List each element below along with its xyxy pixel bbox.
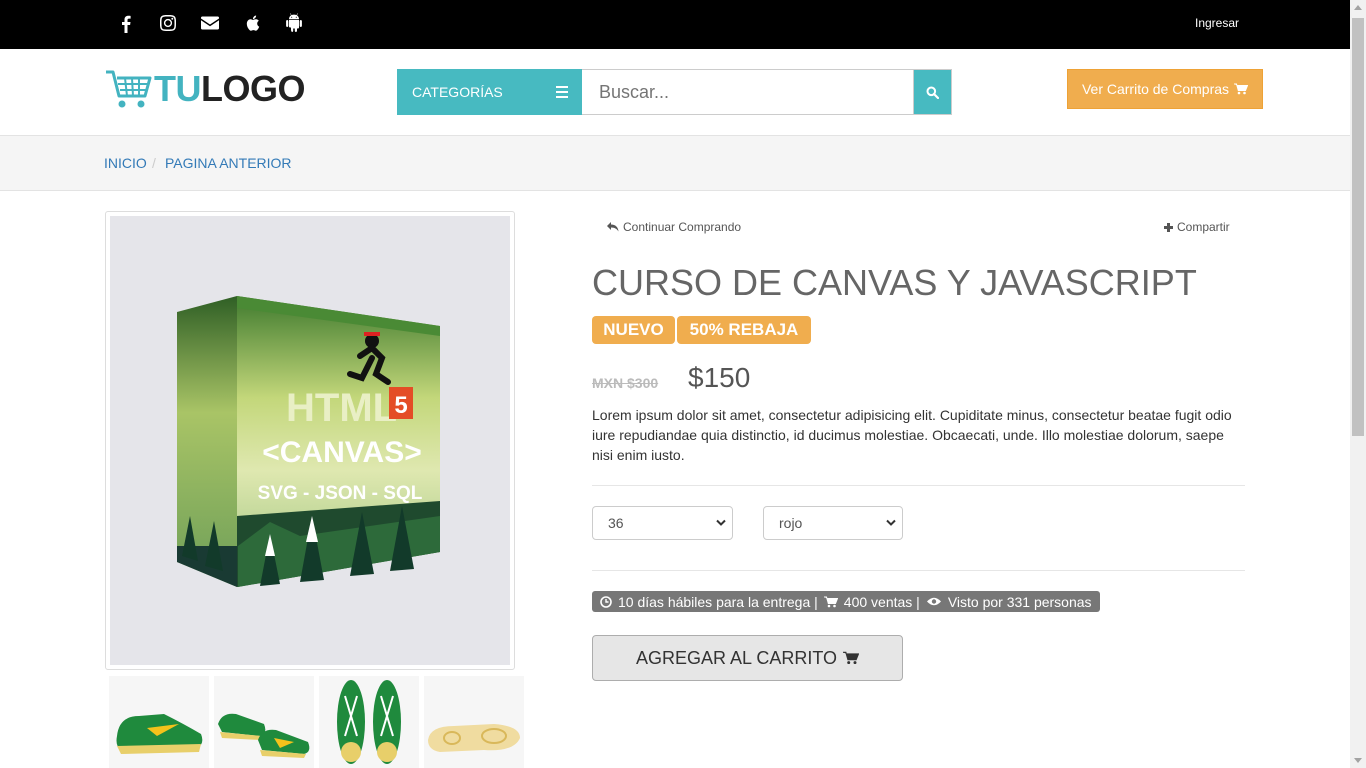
thumbnail-shoe-top[interactable] (319, 676, 419, 768)
search-input[interactable] (582, 69, 914, 115)
eye-icon (926, 597, 941, 606)
share-link[interactable]: Compartir (1164, 220, 1230, 234)
add-to-cart-button[interactable]: AGREGAR AL CARRITO (592, 635, 903, 681)
product-main-image[interactable]: HTML 5 <CANVAS> SVG - JSON - SQL (105, 211, 515, 670)
delivery-text: 10 días hábiles para la entrega | (618, 593, 818, 610)
logo-text-tu: TU (154, 68, 202, 109)
facebook-icon[interactable] (116, 13, 136, 33)
instagram-icon[interactable] (158, 13, 178, 33)
scroll-down-icon[interactable] (1354, 758, 1362, 763)
view-cart-label: Ver Carrito de Compras (1081, 81, 1230, 97)
search-button[interactable] (913, 69, 952, 115)
price: $150 (688, 362, 751, 393)
share-label: Compartir (1177, 220, 1230, 234)
add-to-cart-label: AGREGAR AL CARRITO (635, 647, 838, 668)
thumbnail-shoe-sole[interactable] (424, 676, 524, 768)
categories-label: CATEGORÍAS (412, 84, 503, 100)
badge-new: NUEVO (592, 316, 675, 344)
box-html-text: HTML (286, 386, 397, 430)
product-info-badge: 10 días hábiles para la entrega | 400 ve… (592, 591, 1100, 612)
divider (592, 570, 1245, 571)
cart-logo-icon (106, 70, 152, 108)
thumbnail-strip (109, 676, 524, 768)
size-select[interactable]: 36 (592, 506, 733, 540)
continue-shopping-label: Continuar Comprando (623, 220, 742, 234)
box-html5-number: 5 (394, 392, 407, 419)
shoe-image (218, 713, 310, 758)
view-cart-button[interactable]: Ver Carrito de Compras (1067, 69, 1263, 109)
breadcrumb-home[interactable]: INICIO (104, 155, 147, 171)
logo-text-logo: LOGO (201, 68, 306, 109)
color-select[interactable]: rojo (763, 506, 903, 540)
logo[interactable]: TULOGO (104, 68, 306, 110)
box-subtitle-text: SVG - JSON - SQL (258, 483, 423, 504)
thumbnail-shoe-side[interactable] (109, 676, 209, 768)
scroll-up-icon[interactable] (1354, 5, 1362, 10)
shopping-cart-icon (1234, 83, 1249, 95)
product-title: CURSO DE CANVAS Y JAVASCRIPT (592, 262, 1197, 303)
product-description: Lorem ipsum dolor sit amet, consectetur … (592, 407, 1232, 463)
breadcrumb-previous-page[interactable]: PAGINA ANTERIOR (165, 155, 292, 171)
chevron-down-icon (886, 519, 896, 526)
scrollbar-thumb[interactable] (1352, 18, 1364, 436)
product-box-art: HTML 5 <CANVAS> SVG - JSON - SQL (177, 296, 440, 587)
old-price: MXN $300 (592, 375, 659, 391)
sales-text: 400 ventas | (843, 593, 920, 610)
breadcrumb: INICIO / PAGINA ANTERIOR (0, 135, 1350, 191)
login-link[interactable]: Ingresar (1195, 16, 1239, 30)
page-scrollbar[interactable] (1350, 0, 1366, 768)
plus-icon (1164, 222, 1173, 232)
breadcrumb-separator: / (152, 155, 156, 171)
shoe-image (116, 714, 203, 754)
color-select-value: rojo (779, 515, 803, 531)
shoe-image (428, 724, 520, 752)
size-select-value: 36 (608, 515, 624, 531)
chevron-down-icon (716, 519, 726, 526)
categories-button[interactable]: CATEGORÍAS (397, 69, 582, 115)
search-icon (926, 86, 939, 99)
top-bar: Ingresar (0, 0, 1350, 49)
reply-icon (607, 222, 619, 232)
apple-icon[interactable] (242, 13, 262, 33)
hamburger-icon (556, 86, 568, 101)
shoe-image (337, 680, 401, 764)
clock-icon (600, 595, 612, 608)
badge-discount: 50% REBAJA (677, 316, 811, 344)
shopping-cart-icon (823, 596, 838, 607)
divider (592, 485, 1245, 486)
continue-shopping-link[interactable]: Continuar Comprando (607, 220, 741, 234)
views-text: Visto por 331 personas (947, 593, 1092, 610)
box-canvas-text: <CANVAS> (262, 436, 422, 469)
envelope-icon[interactable] (200, 13, 220, 33)
shopping-cart-icon (843, 651, 860, 665)
thumbnail-shoe-pair[interactable] (214, 676, 314, 768)
android-icon[interactable] (284, 13, 304, 33)
